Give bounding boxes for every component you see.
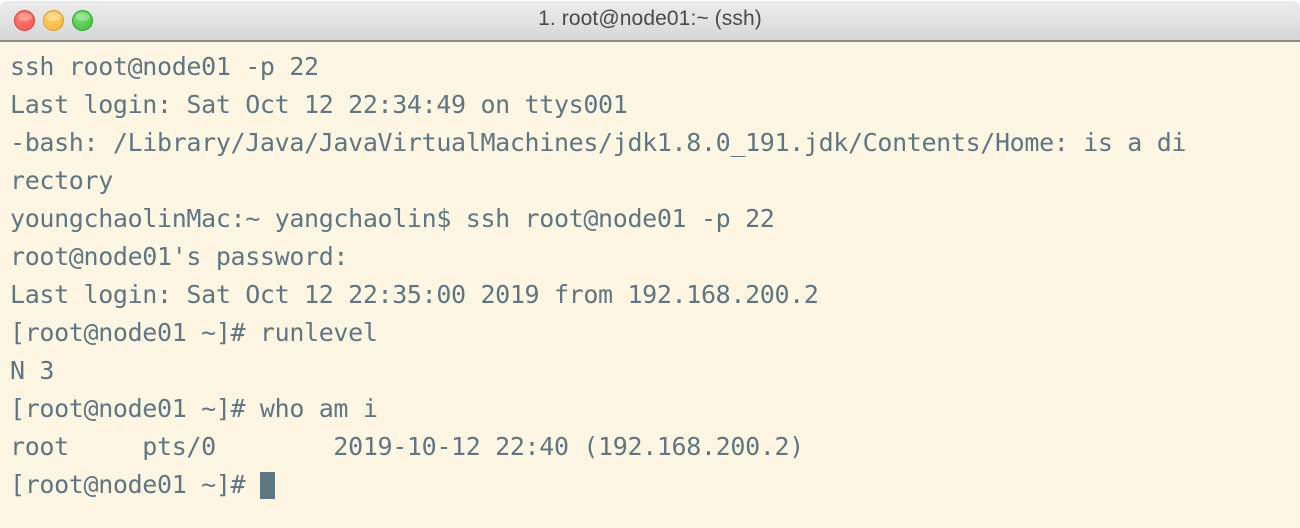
window-titlebar[interactable]: 1. root@node01:~ (ssh) [0,0,1300,42]
terminal-line: ssh root@node01 -p 22 [10,52,319,81]
text-cursor [259,472,275,499]
terminal-line: Last login: Sat Oct 12 22:35:00 2019 fro… [10,280,819,309]
window-controls [14,0,93,40]
terminal-prompt-line[interactable]: [root@node01 ~]# [10,466,1300,504]
window-title: 1. root@node01:~ (ssh) [538,7,762,30]
zoom-button-icon[interactable] [72,9,93,31]
terminal-output-area[interactable]: ssh root@node01 -p 22 Last login: Sat Oc… [0,42,1300,528]
prompt-text: [root@node01 ~]# [10,470,260,499]
terminal-line: root@node01's password: [10,242,349,271]
close-button-icon[interactable] [14,9,35,31]
terminal-line: [root@node01 ~]# runlevel [10,318,378,347]
terminal-line: Last login: Sat Oct 12 22:34:49 on ttys0… [10,90,628,119]
terminal-line: root pts/0 2019-10-12 22:40 (192.168.200… [10,432,804,461]
terminal-line: rectory [10,166,113,195]
terminal-line: -bash: /Library/Java/JavaVirtualMachines… [10,128,1187,157]
terminal-line: youngchaolinMac:~ yangchaolin$ ssh root@… [10,204,775,233]
terminal-line: [root@node01 ~]# who am i [10,394,378,423]
terminal-window: 1. root@node01:~ (ssh) ssh root@node01 -… [0,0,1300,528]
terminal-line: N 3 [10,356,55,385]
minimize-button-icon[interactable] [43,9,64,31]
